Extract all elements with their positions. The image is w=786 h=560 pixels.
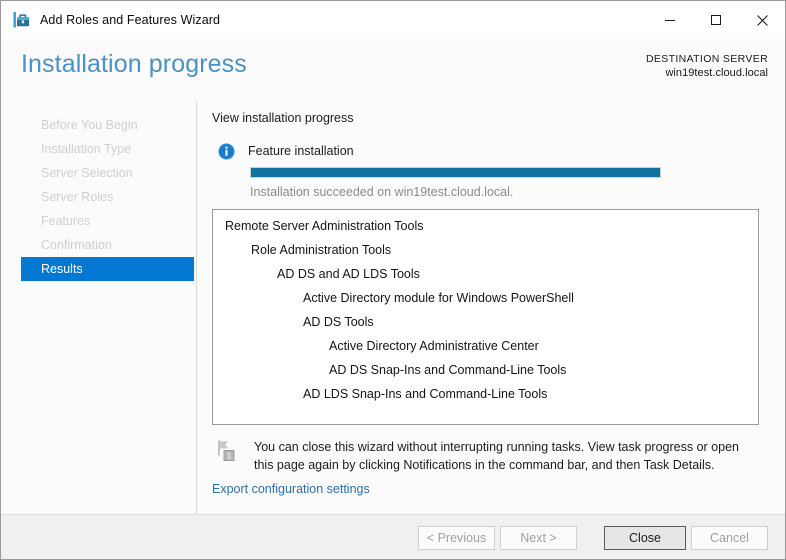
footer-button-bar: < Previous Next > Close Cancel [1,514,785,559]
header-band: Installation progress DESTINATION SERVER… [1,39,785,101]
next-button[interactable]: Next > [500,526,577,550]
content-heading: View installation progress [212,111,354,125]
sidebar-item-label: Before You Begin [41,118,138,132]
sidebar-item-label: Confirmation [41,238,112,252]
wizard-toolbox-icon [11,10,31,30]
results-list: Remote Server Administration ToolsRole A… [213,210,758,406]
result-item: AD DS Tools [225,310,758,334]
destination-server-label: DESTINATION SERVER [646,53,768,66]
result-item: AD DS Snap-Ins and Command-Line Tools [225,358,758,382]
title-bar: Add Roles and Features Wizard [1,1,785,39]
sidebar-item-label: Server Selection [41,166,133,180]
result-item: Active Directory module for Windows Powe… [225,286,758,310]
notification-badge-count: 1 [227,450,232,460]
close-icon[interactable] [739,1,785,39]
minimize-icon[interactable] [647,1,693,39]
notice-text: You can close this wizard without interr… [254,438,754,474]
installation-status-text: Installation succeeded on win19test.clou… [250,185,513,199]
result-item: Remote Server Administration Tools [225,214,758,238]
notice-row: 1 You can close this wizard without inte… [206,435,766,475]
window-title: Add Roles and Features Wizard [40,13,220,27]
sidebar-item-confirmation[interactable]: Confirmation [21,233,194,257]
result-item: AD LDS Snap-Ins and Command-Line Tools [225,382,758,406]
sidebar-item-server-roles[interactable]: Server Roles [21,185,194,209]
destination-server-name: win19test.cloud.local [646,66,768,80]
results-listbox[interactable]: Remote Server Administration ToolsRole A… [212,209,759,425]
sidebar-item-label: Features [41,214,90,228]
notification-flag-icon: 1 [215,439,241,465]
main-content: View installation progress Feature insta… [198,101,785,514]
sidebar-item-installation-type[interactable]: Installation Type [21,137,194,161]
sidebar-item-server-selection[interactable]: Server Selection [21,161,194,185]
maximize-icon[interactable] [693,1,739,39]
result-item: Role Administration Tools [225,238,758,262]
feature-installation-label: Feature installation [248,144,354,158]
body-area: Before You Begin Installation Type Serve… [1,101,785,514]
sidebar-item-label: Server Roles [41,190,113,204]
export-configuration-settings-link[interactable]: Export configuration settings [212,482,370,496]
sidebar-item-label: Results [41,262,83,276]
sidebar-item-before-you-begin[interactable]: Before You Begin [21,113,194,137]
installation-progress-fill [251,168,660,177]
sidebar-item-label: Installation Type [41,142,131,156]
previous-button[interactable]: < Previous [418,526,495,550]
wizard-window: Add Roles and Features Wizard Installati… [0,0,786,560]
sidebar-item-features[interactable]: Features [21,209,194,233]
wizard-steps-nav: Before You Begin Installation Type Serve… [1,101,197,514]
close-button[interactable]: Close [604,526,686,550]
result-item: Active Directory Administrative Center [225,334,758,358]
sidebar-item-results[interactable]: Results [21,257,194,281]
page-title: Installation progress [21,50,247,79]
result-item: AD DS and AD LDS Tools [225,262,758,286]
info-circle-icon [218,143,235,160]
cancel-button[interactable]: Cancel [691,526,768,550]
destination-server-block: DESTINATION SERVER win19test.cloud.local [646,53,768,81]
installation-progress-bar [250,167,661,178]
window-controls [647,1,785,39]
